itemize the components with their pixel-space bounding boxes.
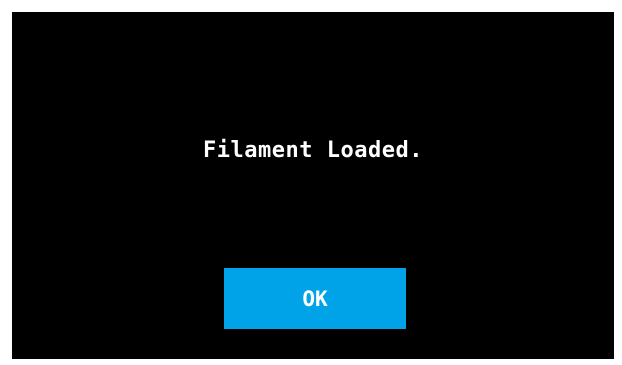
printer-screen: Filament Loaded. OK [12,12,614,359]
ok-button[interactable]: OK [224,268,406,329]
status-message: Filament Loaded. [203,138,423,163]
